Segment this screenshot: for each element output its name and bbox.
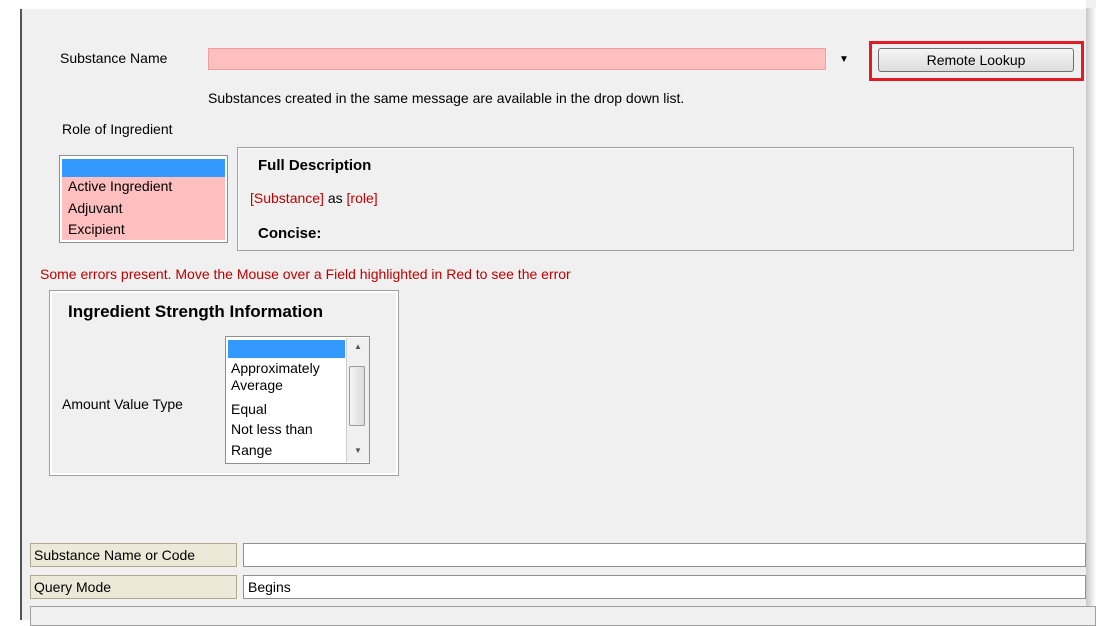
list-item[interactable]: Excipient: [62, 219, 225, 240]
window-shadow: [1086, 8, 1096, 620]
substance-hint-text: Substances created in the same message a…: [208, 90, 685, 106]
amount-value-type-label: Amount Value Type: [62, 396, 183, 412]
substance-token: [Substance]: [250, 190, 324, 206]
substance-name-select[interactable]: [208, 48, 826, 70]
remote-lookup-button[interactable]: Remote Lookup: [878, 48, 1074, 72]
chevron-down-icon[interactable]: ▼: [834, 49, 854, 69]
list-item[interactable]: [228, 340, 345, 358]
substance-name-or-code-input[interactable]: [243, 543, 1086, 567]
substance-name-label: Substance Name: [60, 50, 168, 66]
ingredient-strength-title: Ingredient Strength Information: [68, 302, 323, 321]
scroll-up-icon[interactable]: ▲: [347, 342, 369, 351]
scroll-down-icon[interactable]: ▼: [347, 446, 369, 455]
error-message: Some errors present. Move the Mouse over…: [40, 266, 571, 282]
role-token: [role]: [346, 190, 378, 206]
top-border: [20, 0, 1086, 9]
list-item[interactable]: Active Ingredient: [62, 177, 225, 198]
scroll-thumb[interactable]: [349, 366, 365, 426]
list-item[interactable]: [62, 159, 225, 177]
query-mode-input[interactable]: Begins: [243, 575, 1086, 599]
role-of-ingredient-label: Role of Ingredient: [62, 121, 173, 137]
query-mode-label: Query Mode: [30, 575, 237, 599]
description-text: [Substance] as [role]: [250, 190, 378, 206]
list-item[interactable]: Adjuvant: [62, 198, 225, 219]
concise-label: Concise:: [258, 225, 322, 242]
full-description-title: Full Description: [258, 157, 372, 174]
substance-name-or-code-label: Substance Name or Code: [30, 543, 237, 567]
role-listbox[interactable]: Active Ingredient Adjuvant Excipient: [59, 155, 228, 243]
listbox-scrollbar[interactable]: ▲ ▼: [346, 338, 369, 462]
results-panel: [30, 606, 1096, 626]
as-text: as: [327, 190, 343, 206]
